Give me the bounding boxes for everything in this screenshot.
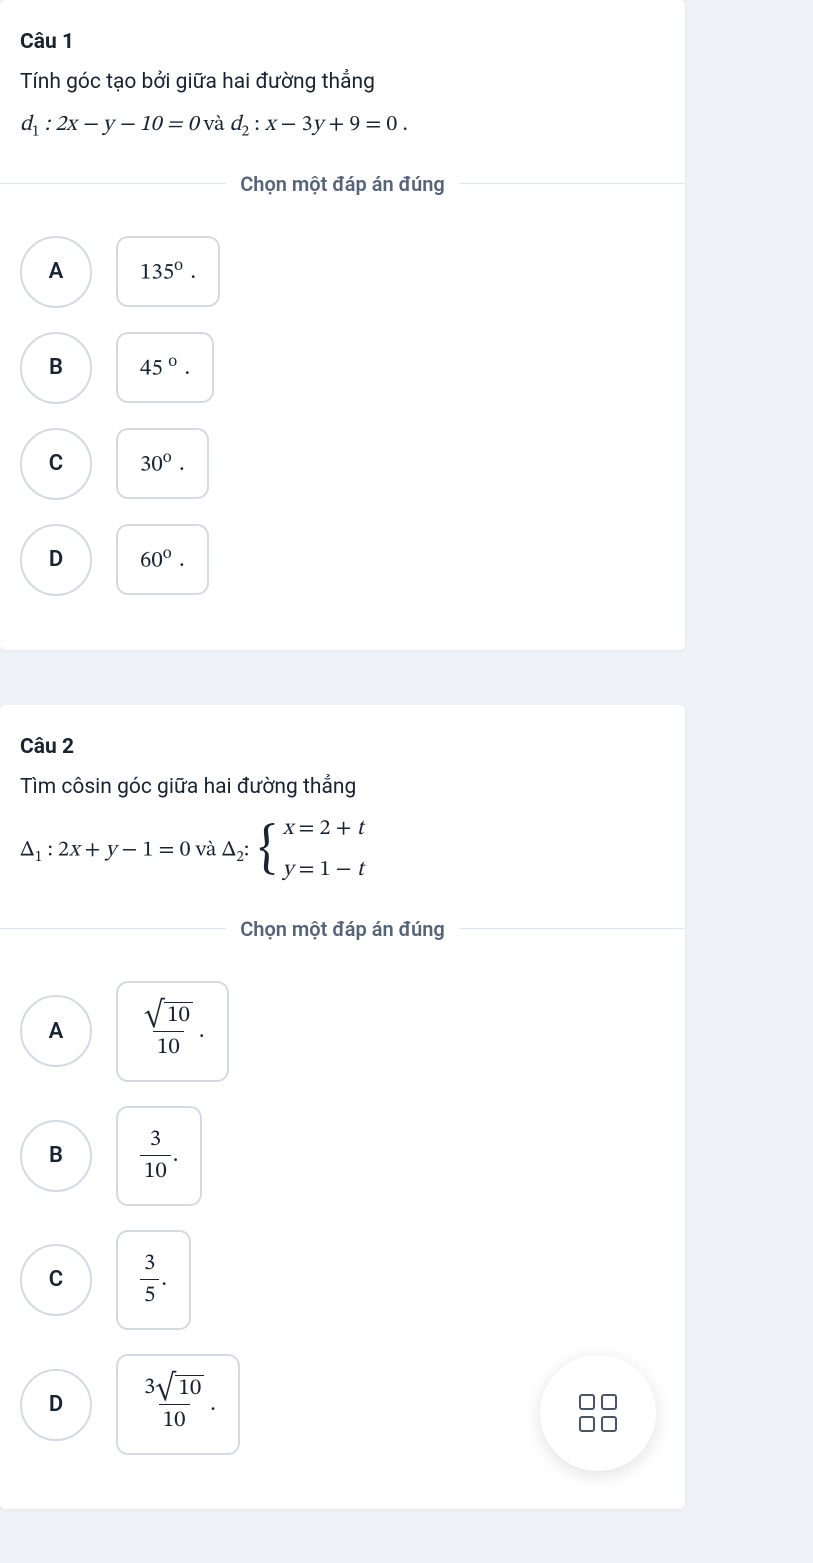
option-letter[interactable]: A (20, 236, 92, 308)
option-q2-c[interactable]: C 3 5 . (20, 1230, 685, 1330)
option-value[interactable]: 3 10 . (116, 1106, 202, 1206)
option-value[interactable]: 135o . (116, 236, 220, 308)
question-1-content: Câu 1 Tính góc tạo bởi giữa hai đường th… (0, 30, 685, 144)
question-card-1: Câu 1 Tính góc tạo bởi giữa hai đường th… (0, 0, 685, 650)
option-letter[interactable]: B (20, 1120, 92, 1192)
divider-1-text: Chọn một đáp án đúng (240, 172, 445, 196)
divider-2: Chọn một đáp án đúng (0, 917, 685, 941)
option-letter[interactable]: C (20, 1244, 92, 1316)
option-letter[interactable]: A (20, 995, 92, 1067)
option-letter[interactable]: B (20, 332, 92, 404)
option-q1-c[interactable]: C 30o . (20, 428, 685, 500)
question-2-title: Câu 2 (20, 735, 665, 759)
option-value[interactable]: 60o . (116, 524, 209, 596)
eq-delta1-body: : 2x + y − 1 = 0 (42, 840, 190, 862)
question-1-equation: d1 : 2x − y − 10 = 0 và d2 : x − 3y + 9 … (20, 108, 665, 144)
sqrt-icon: √10 (155, 1375, 204, 1402)
option-value[interactable]: √10 10 . (116, 981, 229, 1082)
option-value[interactable]: 3√10 10 . (116, 1354, 240, 1455)
question-2-equation: Δ1 : 2x + y − 1 = 0 và Δ2: { x = 2 + t y… (20, 812, 665, 888)
sqrt-icon: √10 (144, 1002, 193, 1029)
options-q1: A 135o . B 45 o . C 30o . D 60o . (0, 236, 685, 596)
brace-line-2: y = 1 − t (283, 853, 364, 888)
option-letter[interactable]: D (20, 1369, 92, 1441)
question-1-title: Câu 1 (20, 30, 665, 54)
divider-1: Chọn một đáp án đúng (0, 172, 685, 196)
eq-d2-body: : x − 3y + 9 = 0 . (249, 114, 408, 136)
question-2-content: Câu 2 Tìm côsin góc giữa hai đường thẳng… (0, 735, 685, 889)
option-value[interactable]: 3 5 . (116, 1230, 191, 1330)
option-q2-b[interactable]: B 3 10 . (20, 1106, 685, 1206)
grid-icon (579, 1394, 617, 1432)
question-2-prompt: Tìm côsin góc giữa hai đường thẳng (20, 771, 665, 805)
brace-line-1: x = 2 + t (283, 812, 364, 847)
grid-menu-button[interactable] (540, 1355, 656, 1471)
option-q1-a[interactable]: A 135o . (20, 236, 685, 308)
option-q1-d[interactable]: D 60o . (20, 524, 685, 596)
option-letter[interactable]: C (20, 428, 92, 500)
parametric-brace: { x = 2 + t y = 1 − t (258, 812, 363, 888)
eq-d1-body: : 2x − y − 10 = 0 (39, 114, 198, 136)
option-q1-b[interactable]: B 45 o . (20, 332, 685, 404)
option-value[interactable]: 45 o . (116, 332, 214, 404)
option-q2-a[interactable]: A √10 10 . (20, 981, 685, 1082)
question-1-prompt: Tính góc tạo bởi giữa hai đường thẳng (20, 66, 665, 100)
divider-2-text: Chọn một đáp án đúng (240, 917, 445, 941)
left-brace-icon: { (258, 825, 276, 875)
option-value[interactable]: 30o . (116, 428, 209, 500)
option-letter[interactable]: D (20, 524, 92, 596)
